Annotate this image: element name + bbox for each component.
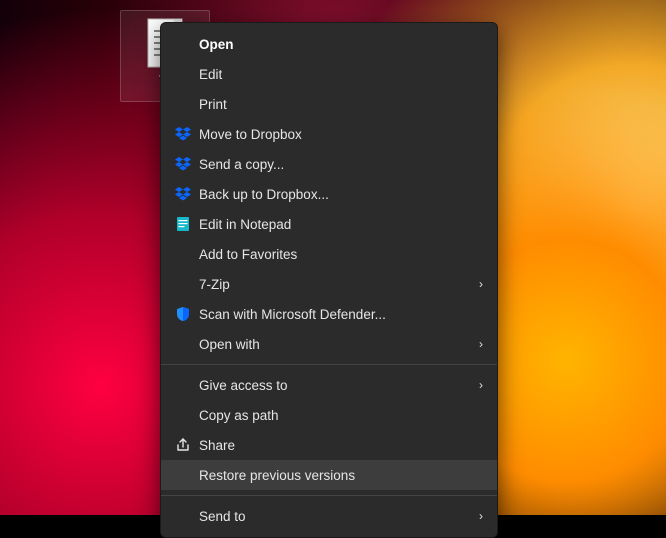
menu-open[interactable]: Open: [161, 29, 497, 59]
menu-edit[interactable]: Edit: [161, 59, 497, 89]
shield-icon: [171, 306, 195, 322]
menu-send-to[interactable]: Send to ›: [161, 501, 497, 531]
menu-give-access-to[interactable]: Give access to ›: [161, 370, 497, 400]
menu-add-to-favorites[interactable]: Add to Favorites: [161, 239, 497, 269]
menu-restore-previous-versions[interactable]: Restore previous versions: [161, 460, 497, 490]
menu-separator: [161, 495, 497, 496]
menu-move-to-dropbox[interactable]: Move to Dropbox: [161, 119, 497, 149]
menu-share[interactable]: Share: [161, 430, 497, 460]
menu-edit-in-notepad[interactable]: Edit in Notepad: [161, 209, 497, 239]
dropbox-icon: [171, 186, 195, 202]
chevron-right-icon: ›: [469, 378, 483, 392]
dropbox-icon: [171, 156, 195, 172]
context-menu: Open Edit Print Move to Dropbox Send a c…: [160, 22, 498, 538]
menu-7zip[interactable]: 7-Zip ›: [161, 269, 497, 299]
chevron-right-icon: ›: [469, 509, 483, 523]
menu-open-with[interactable]: Open with ›: [161, 329, 497, 359]
chevron-right-icon: ›: [469, 337, 483, 351]
menu-print[interactable]: Print: [161, 89, 497, 119]
menu-scan-defender[interactable]: Scan with Microsoft Defender...: [161, 299, 497, 329]
share-icon: [171, 437, 195, 453]
menu-back-up-to-dropbox[interactable]: Back up to Dropbox...: [161, 179, 497, 209]
menu-separator: [161, 364, 497, 365]
menu-copy-as-path[interactable]: Copy as path: [161, 400, 497, 430]
menu-send-a-copy[interactable]: Send a copy...: [161, 149, 497, 179]
dropbox-icon: [171, 126, 195, 142]
chevron-right-icon: ›: [469, 277, 483, 291]
notepad-icon: [171, 216, 195, 232]
